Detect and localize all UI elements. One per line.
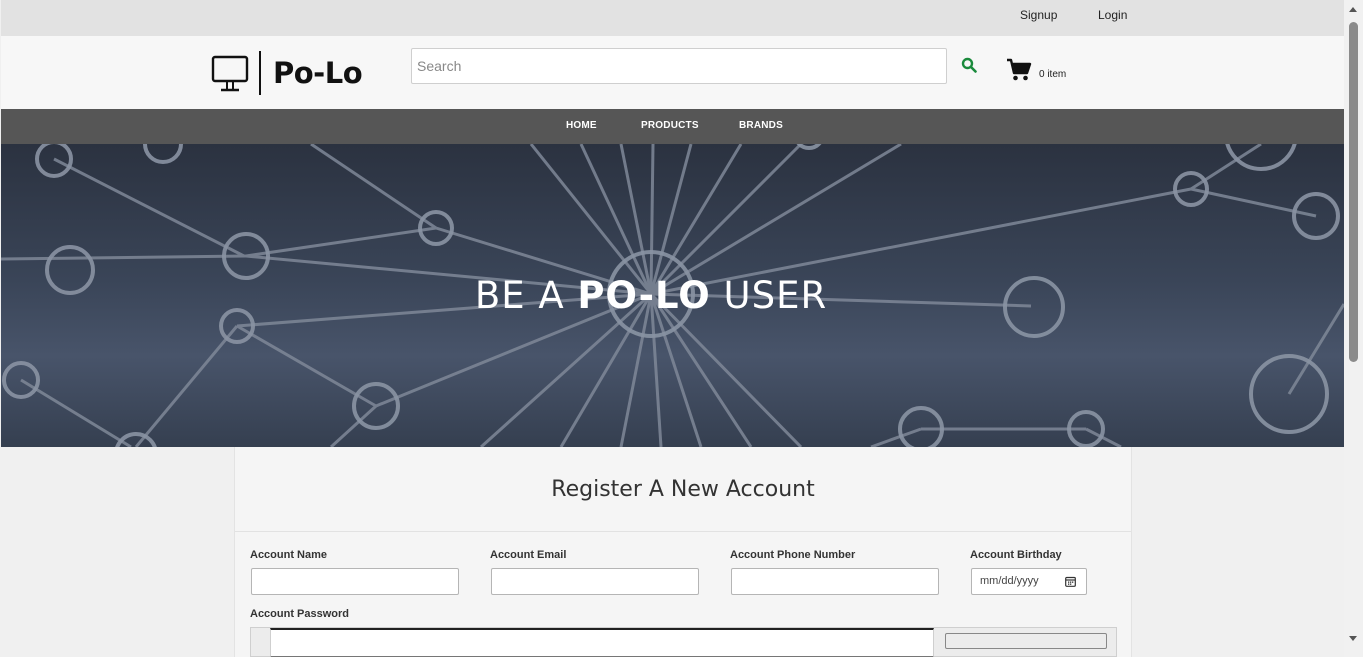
page: Signup Login Po-Lo 0 it xyxy=(1,0,1344,657)
cart-icon xyxy=(1007,58,1032,81)
account-email-label: Account Email xyxy=(490,549,567,561)
main-nav: HOME PRODUCTS BRANDS xyxy=(1,109,1344,144)
account-phone-label: Account Phone Number xyxy=(730,549,856,561)
nav-item-brands[interactable]: BRANDS xyxy=(739,120,783,131)
password-group xyxy=(250,627,1117,657)
hero-title-suffix: USER xyxy=(710,274,828,317)
hero-title: BE A PO-LO USER xyxy=(1,274,1301,317)
account-name-input[interactable] xyxy=(251,568,459,595)
login-link[interactable]: Login xyxy=(1098,8,1127,22)
brand-name: Po-Lo xyxy=(273,56,363,90)
register-title: Register A New Account xyxy=(551,476,815,502)
birthday-placeholder: mm/dd/yyyy xyxy=(980,575,1039,587)
signup-link[interactable]: Signup xyxy=(1020,8,1057,22)
nav-item-home[interactable]: HOME xyxy=(566,120,597,131)
calendar-icon[interactable] xyxy=(1065,576,1076,587)
account-birthday-input[interactable]: mm/dd/yyyy xyxy=(971,568,1087,595)
scrollbar-thumb[interactable] xyxy=(1349,22,1358,362)
scroll-up-icon[interactable] xyxy=(1349,7,1357,12)
monitor-icon xyxy=(211,55,249,92)
hero-banner: BE A PO-LO USER xyxy=(1,144,1344,447)
cart-count: 0 item xyxy=(1039,69,1067,80)
register-panel: Register A New Account Account Name Acco… xyxy=(234,447,1132,657)
search-icon[interactable] xyxy=(961,57,977,73)
account-password-input[interactable] xyxy=(270,628,934,657)
header: Po-Lo 0 item xyxy=(1,36,1344,109)
account-email-input[interactable] xyxy=(491,568,699,595)
logo-divider xyxy=(259,51,261,95)
password-toggle-button[interactable] xyxy=(945,633,1107,649)
vertical-scrollbar[interactable] xyxy=(1344,0,1363,657)
search-input[interactable] xyxy=(411,48,947,84)
account-name-label: Account Name xyxy=(250,549,328,561)
account-password-label: Account Password xyxy=(250,608,350,620)
hero-title-prefix: BE A xyxy=(474,274,578,317)
cart-button[interactable]: 0 item xyxy=(1006,58,1066,82)
hero-title-brand: PO-LO xyxy=(577,274,711,317)
scroll-down-icon[interactable] xyxy=(1349,636,1357,641)
account-phone-input[interactable] xyxy=(731,568,939,595)
nav-item-products[interactable]: PRODUCTS xyxy=(641,120,699,131)
logo[interactable]: Po-Lo xyxy=(211,50,363,96)
top-bar: Signup Login xyxy=(1,0,1344,36)
register-header: Register A New Account xyxy=(235,447,1131,532)
account-birthday-label: Account Birthday xyxy=(970,549,1062,561)
